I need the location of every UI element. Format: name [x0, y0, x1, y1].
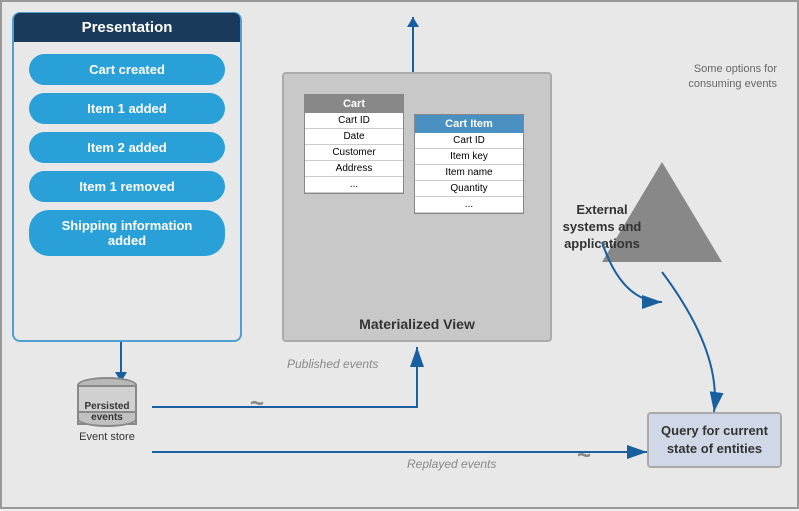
- event-button[interactable]: Item 2 added: [29, 132, 225, 163]
- cylinder-body: Persisted events: [77, 385, 137, 425]
- replayed-events-label: Replayed events: [407, 457, 496, 471]
- cylinder-text: Persisted events: [79, 401, 135, 423]
- event-button[interactable]: Cart created: [29, 54, 225, 85]
- event-store-container: Persisted events Event store: [77, 377, 137, 443]
- query-box: Query for current state of entities: [647, 412, 782, 468]
- cart-item-table-header: Cart Item: [415, 115, 523, 133]
- main-diagram: Presentation Cart created Item 1 added Ite…: [0, 0, 799, 509]
- tilde-replayed: ~: [577, 442, 591, 470]
- cart-item-table: Cart Item Cart IDItem keyItem nameQuanti…: [414, 114, 524, 214]
- presentation-title: Presentation: [14, 13, 240, 42]
- cart-table-row: Address: [305, 161, 403, 177]
- some-options-text: Some options for consuming events: [688, 62, 777, 93]
- published-events-arrow: [152, 347, 417, 407]
- arrow-presentation-to-store: [120, 342, 122, 382]
- materialized-view-area: Cart Cart IDDateCustomerAddress... Cart …: [282, 72, 552, 342]
- event-button[interactable]: Shipping information added: [29, 210, 225, 256]
- cart-table-row: Date: [305, 129, 403, 145]
- event-button[interactable]: Item 1 removed: [29, 171, 225, 202]
- external-systems-container: External systems and applications: [602, 162, 722, 262]
- external-to-query-arrow: [662, 272, 715, 412]
- cart-item-table-row: Item name: [415, 165, 523, 181]
- materialized-view-label: Materialized View: [284, 316, 550, 332]
- cart-item-table-row: Cart ID: [415, 133, 523, 149]
- cart-table-header: Cart: [305, 95, 403, 113]
- cart-item-table-row: Quantity: [415, 181, 523, 197]
- cart-item-table-row: Item key: [415, 149, 523, 165]
- tilde-published: ~: [250, 390, 264, 418]
- cart-item-table-row: ...: [415, 197, 523, 213]
- cart-table: Cart Cart IDDateCustomerAddress...: [304, 94, 404, 194]
- external-systems-label: External systems and applications: [547, 202, 657, 253]
- cart-table-row: Cart ID: [305, 113, 403, 129]
- cart-table-row: ...: [305, 177, 403, 193]
- event-store-label: Event store: [79, 431, 135, 443]
- presentation-box: Presentation Cart created Item 1 added Ite…: [12, 12, 242, 342]
- event-button[interactable]: Item 1 added: [29, 93, 225, 124]
- arrow-mv-up: [412, 17, 414, 72]
- event-store-cylinder: Persisted events: [77, 377, 137, 427]
- cart-table-row: Customer: [305, 145, 403, 161]
- event-buttons-list: Cart created Item 1 added Item 2 added Item…: [29, 54, 225, 256]
- published-events-label: Published events: [287, 357, 378, 371]
